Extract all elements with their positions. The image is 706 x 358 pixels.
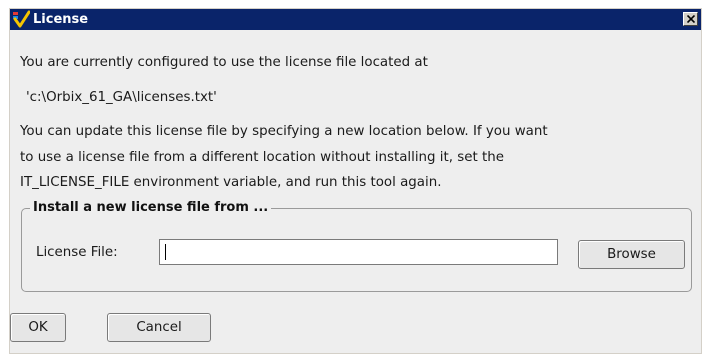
info-text-line-1: You are currently configured to use the … <box>20 55 428 70</box>
info-text-line-5: IT_LICENSE_FILE environment variable, an… <box>20 175 442 190</box>
close-icon <box>687 15 695 23</box>
info-text-line-4: to use a license file from a different l… <box>20 150 504 165</box>
app-logo-icon <box>12 10 31 28</box>
window-title: License <box>33 12 89 27</box>
license-dialog: License You are currently configured to … <box>9 8 702 354</box>
info-text-line-3: You can update this license file by spec… <box>20 124 548 139</box>
text-caret <box>165 244 166 260</box>
close-button[interactable] <box>683 12 698 26</box>
browse-button[interactable]: Browse <box>578 240 685 269</box>
install-group-legend: Install a new license file from ... <box>30 200 272 216</box>
cancel-button[interactable]: Cancel <box>107 313 211 342</box>
ok-button[interactable]: OK <box>10 313 66 342</box>
license-path-text: 'c:\Orbix_61_GA\licenses.txt' <box>26 90 217 105</box>
title-bar[interactable]: License <box>10 9 701 30</box>
license-file-input[interactable] <box>159 239 558 265</box>
license-file-label: License File: <box>36 245 118 260</box>
